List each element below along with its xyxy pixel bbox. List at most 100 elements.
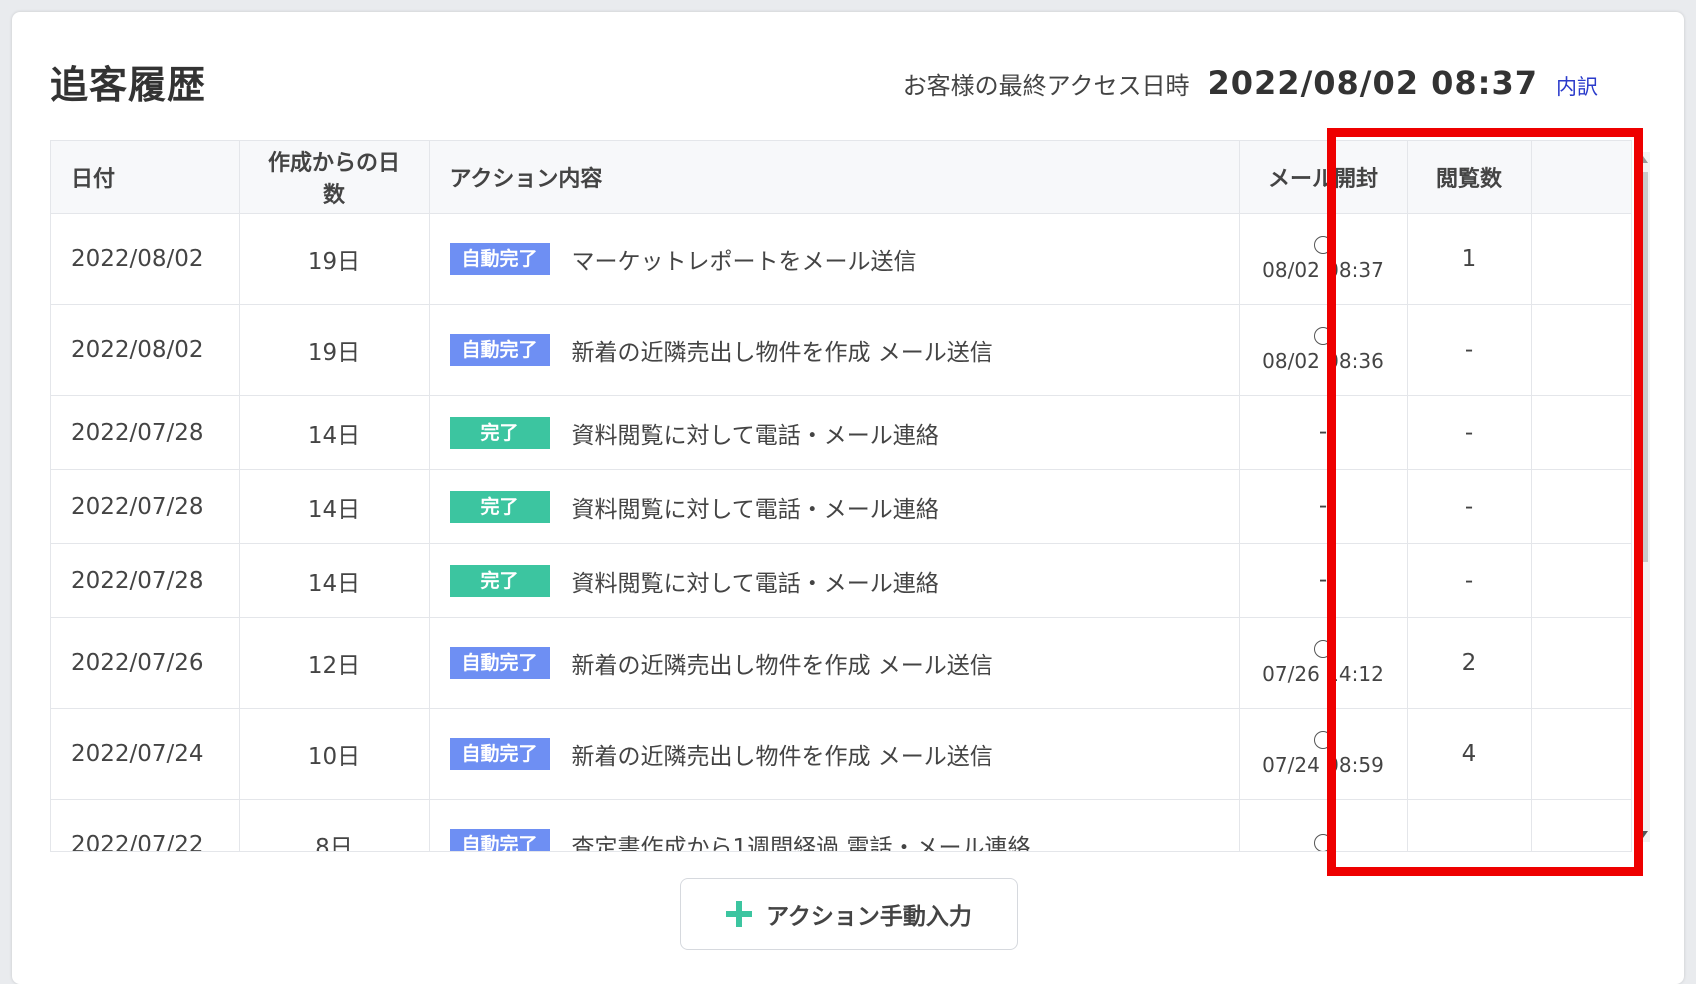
plus-icon <box>726 901 753 927</box>
history-table: 日付 作成からの日数 アクション内容 メール開封 閲覧数 2022/08/02 1… <box>51 141 1631 852</box>
page-title: 追客履歴 <box>50 63 207 107</box>
cell-date: 2022/07/24 <box>51 708 240 800</box>
column-header-days[interactable]: 作成からの日数 <box>239 141 430 214</box>
cell-date: 2022/07/28 <box>51 543 240 618</box>
action-description: 新着の近隣売出し物件を作成 メール送信 <box>571 653 993 679</box>
cell-date: 2022/07/22 <box>51 799 240 851</box>
cell-views <box>1407 799 1532 851</box>
cell-spacer <box>1531 304 1631 396</box>
table-header-row: 日付 作成からの日数 アクション内容 メール開封 閲覧数 <box>51 141 1631 214</box>
cell-views: 1 <box>1407 213 1532 305</box>
open-time: 07/26 14:12 <box>1262 662 1384 686</box>
manual-action-entry-label: アクション手動入力 <box>766 904 972 930</box>
cell-date: 2022/07/26 <box>51 617 240 709</box>
action-description: マーケットレポートをメール送信 <box>571 249 917 275</box>
cell-days: 14日 <box>239 395 430 470</box>
last-access-info: お客様の最終アクセス日時 2022/08/02 08:37 内訳 <box>903 64 1598 102</box>
table-row[interactable]: 2022/07/28 14日 完了 資料閲覧に対して電話・メール連絡 - - <box>51 469 1631 544</box>
status-badge: 完了 <box>449 490 550 523</box>
table-row[interactable]: 2022/08/02 19日 自動完了 新着の近隣売出し物件を作成 メール送信 08/0… <box>51 304 1631 396</box>
cell-days: 12日 <box>239 617 430 709</box>
open-time: 07/24 08:59 <box>1262 753 1384 777</box>
cell-spacer <box>1531 543 1631 618</box>
status-badge: 完了 <box>449 564 550 597</box>
cell-spacer <box>1531 799 1631 851</box>
action-description: 査定書作成から1週間経過 電話・メール連絡 <box>571 835 1031 852</box>
cell-date: 2022/08/02 <box>51 213 240 305</box>
status-badge: 自動完了 <box>449 738 550 770</box>
opened-circle-icon <box>1314 640 1332 658</box>
scroll-down-arrow-icon[interactable] <box>1638 831 1648 838</box>
table-row[interactable]: 2022/07/24 10日 自動完了 新着の近隣売出し物件を作成 メール送信 07/2… <box>51 708 1631 800</box>
open-status: - <box>1318 492 1328 519</box>
cell-spacer <box>1531 395 1631 470</box>
follow-up-history-card: 追客履歴 お客様の最終アクセス日時 2022/08/02 08:37 内訳 日付… <box>12 12 1684 984</box>
status-badge: 自動完了 <box>449 334 550 366</box>
cell-views: 2 <box>1407 617 1532 709</box>
column-header-action[interactable]: アクション内容 <box>429 141 1240 214</box>
action-description: 新着の近隣売出し物件を作成 メール送信 <box>571 744 993 770</box>
action-description: 資料閲覧に対して電話・メール連絡 <box>571 496 939 523</box>
column-header-date[interactable]: 日付 <box>51 141 240 214</box>
cell-action: 自動完了 新着の近隣売出し物件を作成 メール送信 <box>429 708 1240 800</box>
cell-days: 14日 <box>239 543 430 618</box>
cell-mail-open: 07/24 08:59 <box>1239 708 1408 800</box>
cell-mail-open: - <box>1239 543 1408 618</box>
column-header-views[interactable]: 閲覧数 <box>1407 141 1532 214</box>
opened-circle-icon <box>1314 327 1332 345</box>
scroll-up-arrow-icon[interactable] <box>1638 156 1648 163</box>
table-row[interactable]: 2022/07/26 12日 自動完了 新着の近隣売出し物件を作成 メール送信 07/2… <box>51 617 1631 709</box>
cell-action: 自動完了 新着の近隣売出し物件を作成 メール送信 <box>429 617 1240 709</box>
cell-views: - <box>1407 469 1532 544</box>
cell-spacer <box>1531 617 1631 709</box>
action-description: 新着の近隣売出し物件を作成 メール送信 <box>571 340 993 366</box>
cell-date: 2022/07/28 <box>51 395 240 470</box>
table-scrollbar[interactable] <box>1636 152 1650 842</box>
table-row[interactable]: 2022/07/28 14日 完了 資料閲覧に対して電話・メール連絡 - - <box>51 395 1631 470</box>
cell-spacer <box>1531 213 1631 305</box>
opened-circle-icon <box>1314 236 1332 254</box>
cell-spacer <box>1531 469 1631 544</box>
cell-action: 自動完了 マーケットレポートをメール送信 <box>429 213 1240 305</box>
status-badge: 完了 <box>449 416 550 449</box>
manual-action-entry-button[interactable]: アクション手動入力 <box>680 878 1018 950</box>
table-body: 2022/08/02 19日 自動完了 マーケットレポートをメール送信 08/02 08… <box>51 213 1631 852</box>
open-time: 08/02 08:37 <box>1262 258 1384 282</box>
cell-date: 2022/08/02 <box>51 304 240 396</box>
cell-views: - <box>1407 543 1532 618</box>
cell-views: - <box>1407 395 1532 470</box>
cell-date: 2022/07/28 <box>51 469 240 544</box>
open-time: 08/02 08:36 <box>1262 349 1384 373</box>
cell-days: 10日 <box>239 708 430 800</box>
cell-views: - <box>1407 304 1532 396</box>
cell-action: 完了 資料閲覧に対して電話・メール連絡 <box>429 543 1240 618</box>
status-badge: 自動完了 <box>449 647 550 679</box>
breakdown-link[interactable]: 内訳 <box>1556 71 1598 101</box>
cell-mail-open: 08/02 08:37 <box>1239 213 1408 305</box>
table-row[interactable]: 2022/07/28 14日 完了 資料閲覧に対して電話・メール連絡 - - <box>51 543 1631 618</box>
cell-days: 19日 <box>239 304 430 396</box>
column-header-mail-open[interactable]: メール開封 <box>1239 141 1408 214</box>
cell-mail-open <box>1239 799 1408 851</box>
cell-mail-open: 07/26 14:12 <box>1239 617 1408 709</box>
open-status: - <box>1318 418 1328 445</box>
opened-circle-icon <box>1314 731 1332 749</box>
cell-spacer <box>1531 708 1631 800</box>
column-header-spacer <box>1531 141 1631 214</box>
open-status: - <box>1318 566 1328 593</box>
last-access-label: お客様の最終アクセス日時 <box>902 72 1190 100</box>
history-table-container[interactable]: 日付 作成からの日数 アクション内容 メール開封 閲覧数 2022/08/02 1… <box>50 140 1632 852</box>
table-row[interactable]: 2022/07/22 8日 自動完了 査定書作成から1週間経過 電話・メール連絡 <box>51 799 1631 852</box>
cell-days: 14日 <box>239 469 430 544</box>
cell-mail-open: - <box>1239 469 1408 544</box>
status-badge: 自動完了 <box>449 829 550 851</box>
last-access-value: 2022/08/02 08:37 <box>1207 64 1538 102</box>
cell-action: 自動完了 新着の近隣売出し物件を作成 メール送信 <box>429 304 1240 396</box>
cell-days: 8日 <box>239 799 430 851</box>
scrollbar-thumb[interactable] <box>1638 172 1648 562</box>
cell-action: 完了 資料閲覧に対して電話・メール連絡 <box>429 395 1240 470</box>
cell-days: 19日 <box>239 213 430 305</box>
table-row[interactable]: 2022/08/02 19日 自動完了 マーケットレポートをメール送信 08/02 08… <box>51 213 1631 305</box>
cell-action: 自動完了 査定書作成から1週間経過 電話・メール連絡 <box>429 799 1240 852</box>
opened-circle-icon <box>1314 834 1332 851</box>
